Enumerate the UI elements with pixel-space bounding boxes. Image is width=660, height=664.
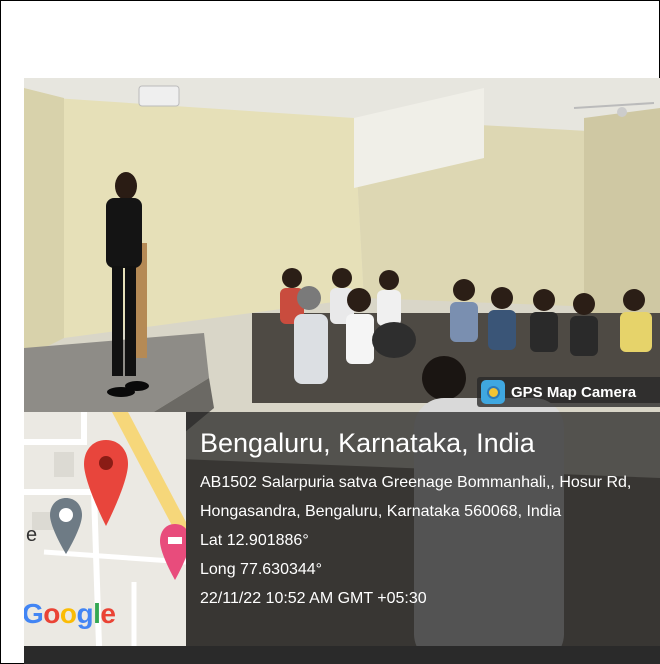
location-title: Bengaluru, Karnataka, India <box>200 428 535 458</box>
gps-map-camera-badge: GPS Map Camera <box>477 377 660 407</box>
location-pin-icon <box>84 440 128 526</box>
map-thumbnail: e Google <box>24 412 186 646</box>
timestamp: 22/11/22 10:52 AM GMT +05:30 <box>200 590 427 607</box>
place-marker-icon <box>50 498 82 554</box>
longitude: Long 77.630344° <box>200 561 323 578</box>
gps-map-camera-icon <box>481 380 505 404</box>
google-watermark: Google <box>24 598 116 629</box>
location-info-panel: Bengaluru, Karnataka, India AB1502 Salar… <box>186 412 660 646</box>
location-address: AB1502 Salarpuria satva Greenage Bommanh… <box>200 474 632 520</box>
map-partial-label: e <box>26 524 38 546</box>
gps-badge-label: GPS Map Camera <box>511 383 637 401</box>
latitude: Lat 12.901886° <box>200 532 309 549</box>
hotel-marker-icon <box>160 524 186 580</box>
bottom-strip <box>24 646 660 664</box>
